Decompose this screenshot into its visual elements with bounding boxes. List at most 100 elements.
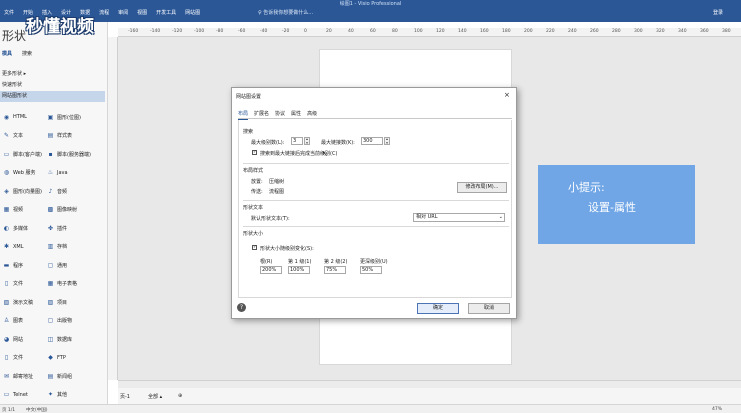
dialog-content: 搜索 最大级别数(L): 3 ▴ ▾ 最大链接数(K): 300 ▴ ▾ ✓ 搜索到… <box>238 120 512 298</box>
shape-item[interactable]: ◫ 数据库 <box>47 331 99 347</box>
shape-label: 图形(向量图) <box>13 188 42 195</box>
shape-item[interactable]: ▤ 新闻组 <box>47 368 99 384</box>
ruler-tick-label: 80 <box>392 29 398 34</box>
level-2-input[interactable]: 75% <box>324 266 346 274</box>
ruler-tick-label: 40 <box>348 29 354 34</box>
shape-label: 邮寄地址 <box>13 373 34 380</box>
shape-item[interactable]: ▥ 存档 <box>47 239 99 255</box>
ftp-icon: ◆ <box>48 354 53 361</box>
max-levels-stepper[interactable]: ▴ ▾ <box>304 137 310 145</box>
shapes-pane: 形状 模具 搜索 更多形状 ▸ 快速形状 网站图形状 ◉ HTML ▣ 图形(位图) ✎… <box>0 22 108 404</box>
max-levels-input[interactable]: 3 <box>291 137 303 145</box>
zoom-level[interactable]: 47% <box>712 407 722 412</box>
shape-label: 新闻组 <box>57 373 73 380</box>
help-icon[interactable]: ? <box>237 303 246 312</box>
menu-process[interactable]: 流程 <box>99 9 109 16</box>
shape-item[interactable]: ♨ Java <box>47 165 99 181</box>
max-links-stepper[interactable]: ▴ ▾ <box>384 137 390 145</box>
shape-item[interactable]: ▤ 样式表 <box>47 128 99 144</box>
plugin-icon: ✤ <box>47 224 54 232</box>
ruler-tick-label: -140 <box>150 29 161 34</box>
tab-page-1[interactable]: 页-1 <box>120 393 130 400</box>
shape-item[interactable]: ♪ 音频 <box>47 183 99 199</box>
shape-label: 文本 <box>13 133 24 139</box>
shape-item[interactable]: ▪ 脚本(服务器端) <box>47 146 99 162</box>
max-links-label: 最大链接数(K): <box>321 140 355 146</box>
mail-icon: ✉ <box>3 372 10 380</box>
more-shapes-link[interactable]: 更多形状 ▸ <box>0 69 105 80</box>
shape-label: 图表 <box>13 318 24 324</box>
shape-label: 脚本(服务器端) <box>57 151 91 158</box>
spreadsheet-icon: ▦ <box>47 280 54 287</box>
shapes-links: 更多形状 ▸ 快速形状 网站图形状 <box>0 69 105 102</box>
level-1-input[interactable]: 100% <box>288 266 310 274</box>
route-value: 流程图 <box>269 189 285 195</box>
menu-review[interactable]: 审阅 <box>118 9 128 16</box>
program-icon: ▬ <box>3 261 10 269</box>
tab-search[interactable]: 搜索 <box>22 50 32 57</box>
shape-label: 脚本(客户端) <box>13 151 42 158</box>
login-link[interactable]: 登录 <box>713 9 723 16</box>
ruler-tick-label: -100 <box>194 29 205 34</box>
presentation-icon: ▧ <box>3 298 10 306</box>
ok-button[interactable]: 确定 <box>417 303 459 314</box>
multimedia-icon: ◐ <box>3 224 10 232</box>
ruler-tick-label: 20 <box>326 29 332 34</box>
shape-label: 出版物 <box>57 318 73 324</box>
tab-stencils[interactable]: 模具 <box>2 50 12 57</box>
ruler-tick-label: 280 <box>612 29 621 34</box>
section-divider <box>243 226 509 227</box>
tip-text: 设置-属性 <box>588 201 636 214</box>
ruler-tick-label: 60 <box>370 29 376 34</box>
default-text-select[interactable]: 相对 URL ⌄ <box>413 213 505 222</box>
size-vary-checkbox[interactable]: ✓ <box>252 245 257 250</box>
max-levels-label: 最大级别数(L): <box>251 140 285 146</box>
shape-item[interactable]: ▢ 通用 <box>47 257 99 273</box>
tip-box: 小提示: 设置-属性 <box>538 165 695 244</box>
menu-file[interactable]: 文件 <box>4 9 14 16</box>
horizontal-scrollbar[interactable] <box>118 380 741 388</box>
shape-item[interactable]: ▨ 项目 <box>47 294 99 310</box>
level-deeper-input[interactable]: 50% <box>360 266 382 274</box>
shape-item[interactable]: ✦ 其他 <box>47 387 99 403</box>
complete-level-checkbox[interactable]: ✓ <box>252 150 257 155</box>
level-2-label: 第 2 级(2) <box>324 259 348 265</box>
tell-me-search[interactable]: ♀ 告诉我你想要做什么... <box>258 9 313 16</box>
menu-view[interactable]: 视图 <box>137 9 147 16</box>
shapes-tabs: 模具 搜索 <box>2 50 32 57</box>
cancel-button[interactable]: 取消 <box>468 303 510 314</box>
ruler-tick-label: 380 <box>722 29 731 34</box>
shape-item[interactable]: ▩ 图像映射 <box>47 202 99 218</box>
shape-label: 其他 <box>57 392 68 398</box>
ruler-tick-label: -20 <box>282 29 290 34</box>
close-icon[interactable]: × <box>504 91 510 99</box>
vector-icon: ◈ <box>4 187 9 195</box>
ruler-tick-label: 260 <box>590 29 599 34</box>
all-pages-button[interactable]: 全部 ▴ <box>148 393 162 400</box>
level-root-input[interactable]: 200% <box>260 266 282 274</box>
shape-item[interactable]: ▦ 电子表格 <box>47 276 99 292</box>
ruler-tick-label: -160 <box>128 29 139 34</box>
page-info: 页 1/1 <box>2 408 16 413</box>
shape-text-section-label: 形状文本 <box>243 205 264 211</box>
max-links-input[interactable]: 300 <box>361 137 383 145</box>
shape-item[interactable]: ▣ 图形(位图) <box>47 109 99 125</box>
level-root-label: 根(R) <box>260 259 273 265</box>
level-1-label: 第 1 级(1) <box>288 259 312 265</box>
shape-label: 文件 <box>13 281 24 287</box>
add-page-icon[interactable]: ⊕ <box>178 393 182 399</box>
ruler-tick-label: -120 <box>172 29 183 34</box>
menu-developer[interactable]: 开发工具 <box>156 9 176 16</box>
menu-website-map[interactable]: 网站图 <box>185 9 200 16</box>
shape-label: 多媒体 <box>13 225 29 232</box>
ruler-tick-label: -80 <box>216 29 224 34</box>
website-shapes-link[interactable]: 网站图形状 <box>0 91 105 102</box>
shape-item[interactable]: ✤ 插件 <box>47 220 99 236</box>
shape-item[interactable]: ▢ 出版物 <box>47 313 99 329</box>
quick-shapes-link[interactable]: 快速形状 <box>0 80 105 91</box>
section-divider <box>243 163 509 164</box>
script-server-icon: ▪ <box>48 150 53 158</box>
shape-item[interactable]: ◆ FTP <box>47 350 99 366</box>
doc-icon: ▯ <box>4 354 9 361</box>
modify-layout-button[interactable]: 修改布局(M)... <box>457 182 507 193</box>
